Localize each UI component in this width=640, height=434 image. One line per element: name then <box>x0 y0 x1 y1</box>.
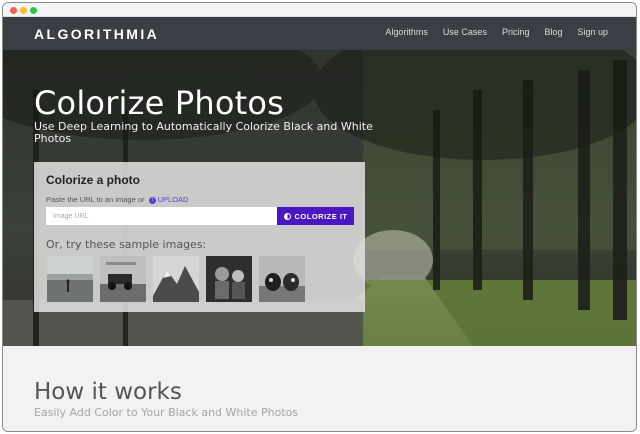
nav-link-blog[interactable]: Blog <box>544 27 562 37</box>
browser-window: ALGORITHMIA Algorithms Use Cases Pricing… <box>2 2 637 432</box>
minimize-window-icon[interactable] <box>20 7 27 14</box>
window-chrome <box>3 3 636 17</box>
hero-subtitle: Use Deep Learning to Automatically Color… <box>34 120 373 145</box>
card-title: Colorize a photo <box>46 173 140 187</box>
colorize-button[interactable]: COLORIZE IT <box>277 207 354 225</box>
upload-label: UPLOAD <box>157 195 189 204</box>
nav-link-use-cases[interactable]: Use Cases <box>443 27 487 37</box>
url-hint-text: Paste the URL to an image or <box>46 195 145 204</box>
colorize-button-label: COLORIZE IT <box>294 211 348 221</box>
samples-label: Or, try these sample images: <box>46 238 207 251</box>
how-it-works-title: How it works <box>34 379 182 405</box>
colorize-card: Colorize a photo Paste the URL to an ima… <box>34 162 365 312</box>
maximize-window-icon[interactable] <box>30 7 37 14</box>
sample-image-cows[interactable] <box>259 256 305 302</box>
close-window-icon[interactable] <box>10 7 17 14</box>
nav-links: Algorithms Use Cases Pricing Blog Sign u… <box>385 27 608 37</box>
sample-image-people[interactable] <box>206 256 252 302</box>
url-hint: Paste the URL to an image or ↑ UPLOAD <box>46 195 188 204</box>
logo[interactable]: ALGORITHMIA <box>34 26 159 42</box>
hero-section: Colorize Photos Use Deep Learning to Aut… <box>3 50 636 346</box>
sample-image-mountain[interactable] <box>153 256 199 302</box>
sample-image-race-cars[interactable] <box>100 256 146 302</box>
nav-link-algorithms[interactable]: Algorithms <box>385 27 428 37</box>
contrast-icon <box>283 212 291 220</box>
image-url-input[interactable] <box>46 207 277 225</box>
hero-title: Colorize Photos <box>34 84 285 122</box>
how-it-works-section: How it works Easily Add Color to Your Bl… <box>3 346 636 431</box>
how-it-works-subtitle: Easily Add Color to Your Black and White… <box>34 406 299 419</box>
sample-image-beach[interactable] <box>47 256 93 302</box>
nav-link-sign-up[interactable]: Sign up <box>577 27 608 37</box>
sample-images <box>47 256 305 302</box>
upload-link[interactable]: ↑ UPLOAD <box>148 195 189 204</box>
nav-link-pricing[interactable]: Pricing <box>502 27 530 37</box>
top-navbar: ALGORITHMIA Algorithms Use Cases Pricing… <box>3 17 636 50</box>
upload-icon: ↑ <box>148 196 156 204</box>
